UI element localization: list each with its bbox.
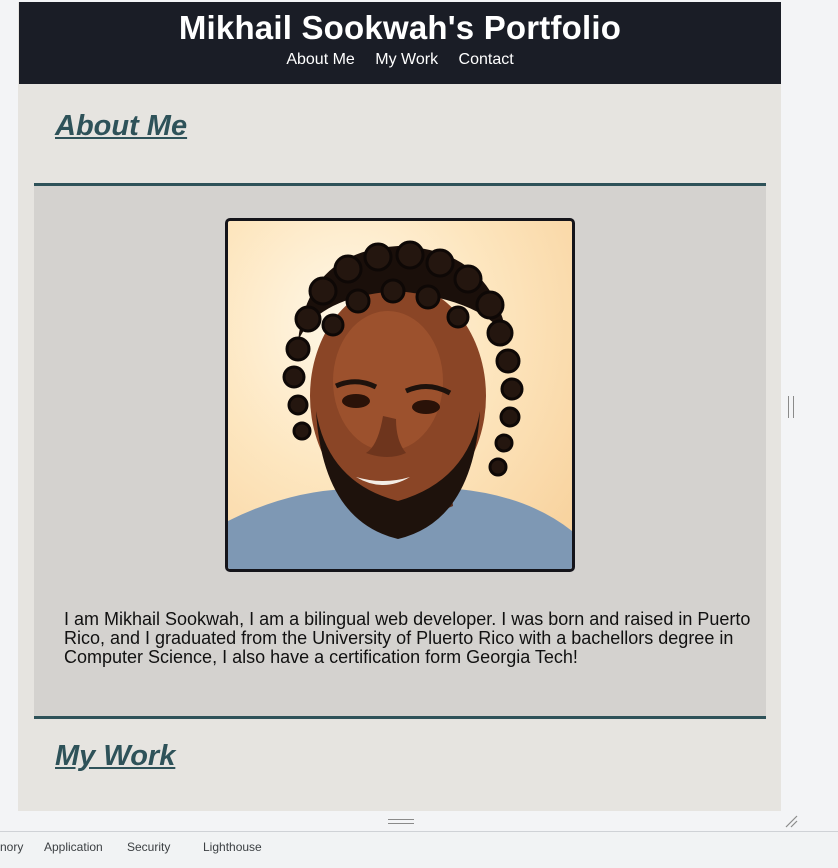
page-viewport: Mikhail Sookwah's Portfolio About Me My … [18, 2, 781, 811]
horizontal-resize-handle[interactable] [388, 819, 414, 824]
about-section: I am Mikhail Sookwah, I am a bilingual w… [34, 183, 766, 719]
devtools-tab-security[interactable]: Security [127, 840, 170, 854]
profile-photo [225, 218, 575, 572]
devtools-tab-bar: nory Application Security Lighthouse [0, 831, 838, 868]
resize-grip-icon[interactable] [784, 814, 798, 828]
devtools-tab-application[interactable]: Application [44, 840, 103, 854]
nav-link-work[interactable]: My Work [375, 51, 438, 68]
site-header: Mikhail Sookwah's Portfolio About Me My … [19, 2, 781, 84]
work-heading: My Work [55, 740, 176, 772]
portrait-illustration [228, 240, 572, 569]
main-nav: About Me My Work Contact [19, 51, 781, 69]
nav-link-contact[interactable]: Contact [459, 51, 514, 68]
nav-link-about[interactable]: About Me [286, 51, 354, 68]
vertical-resize-handle[interactable] [788, 396, 794, 418]
about-heading: About Me [55, 110, 188, 142]
site-title: Mikhail Sookwah's Portfolio [178, 9, 622, 46]
devtools-tab-lighthouse[interactable]: Lighthouse [203, 840, 262, 854]
about-paragraph: I am Mikhail Sookwah, I am a bilingual w… [64, 609, 751, 667]
devtools-tab-memory[interactable]: nory [0, 840, 23, 854]
